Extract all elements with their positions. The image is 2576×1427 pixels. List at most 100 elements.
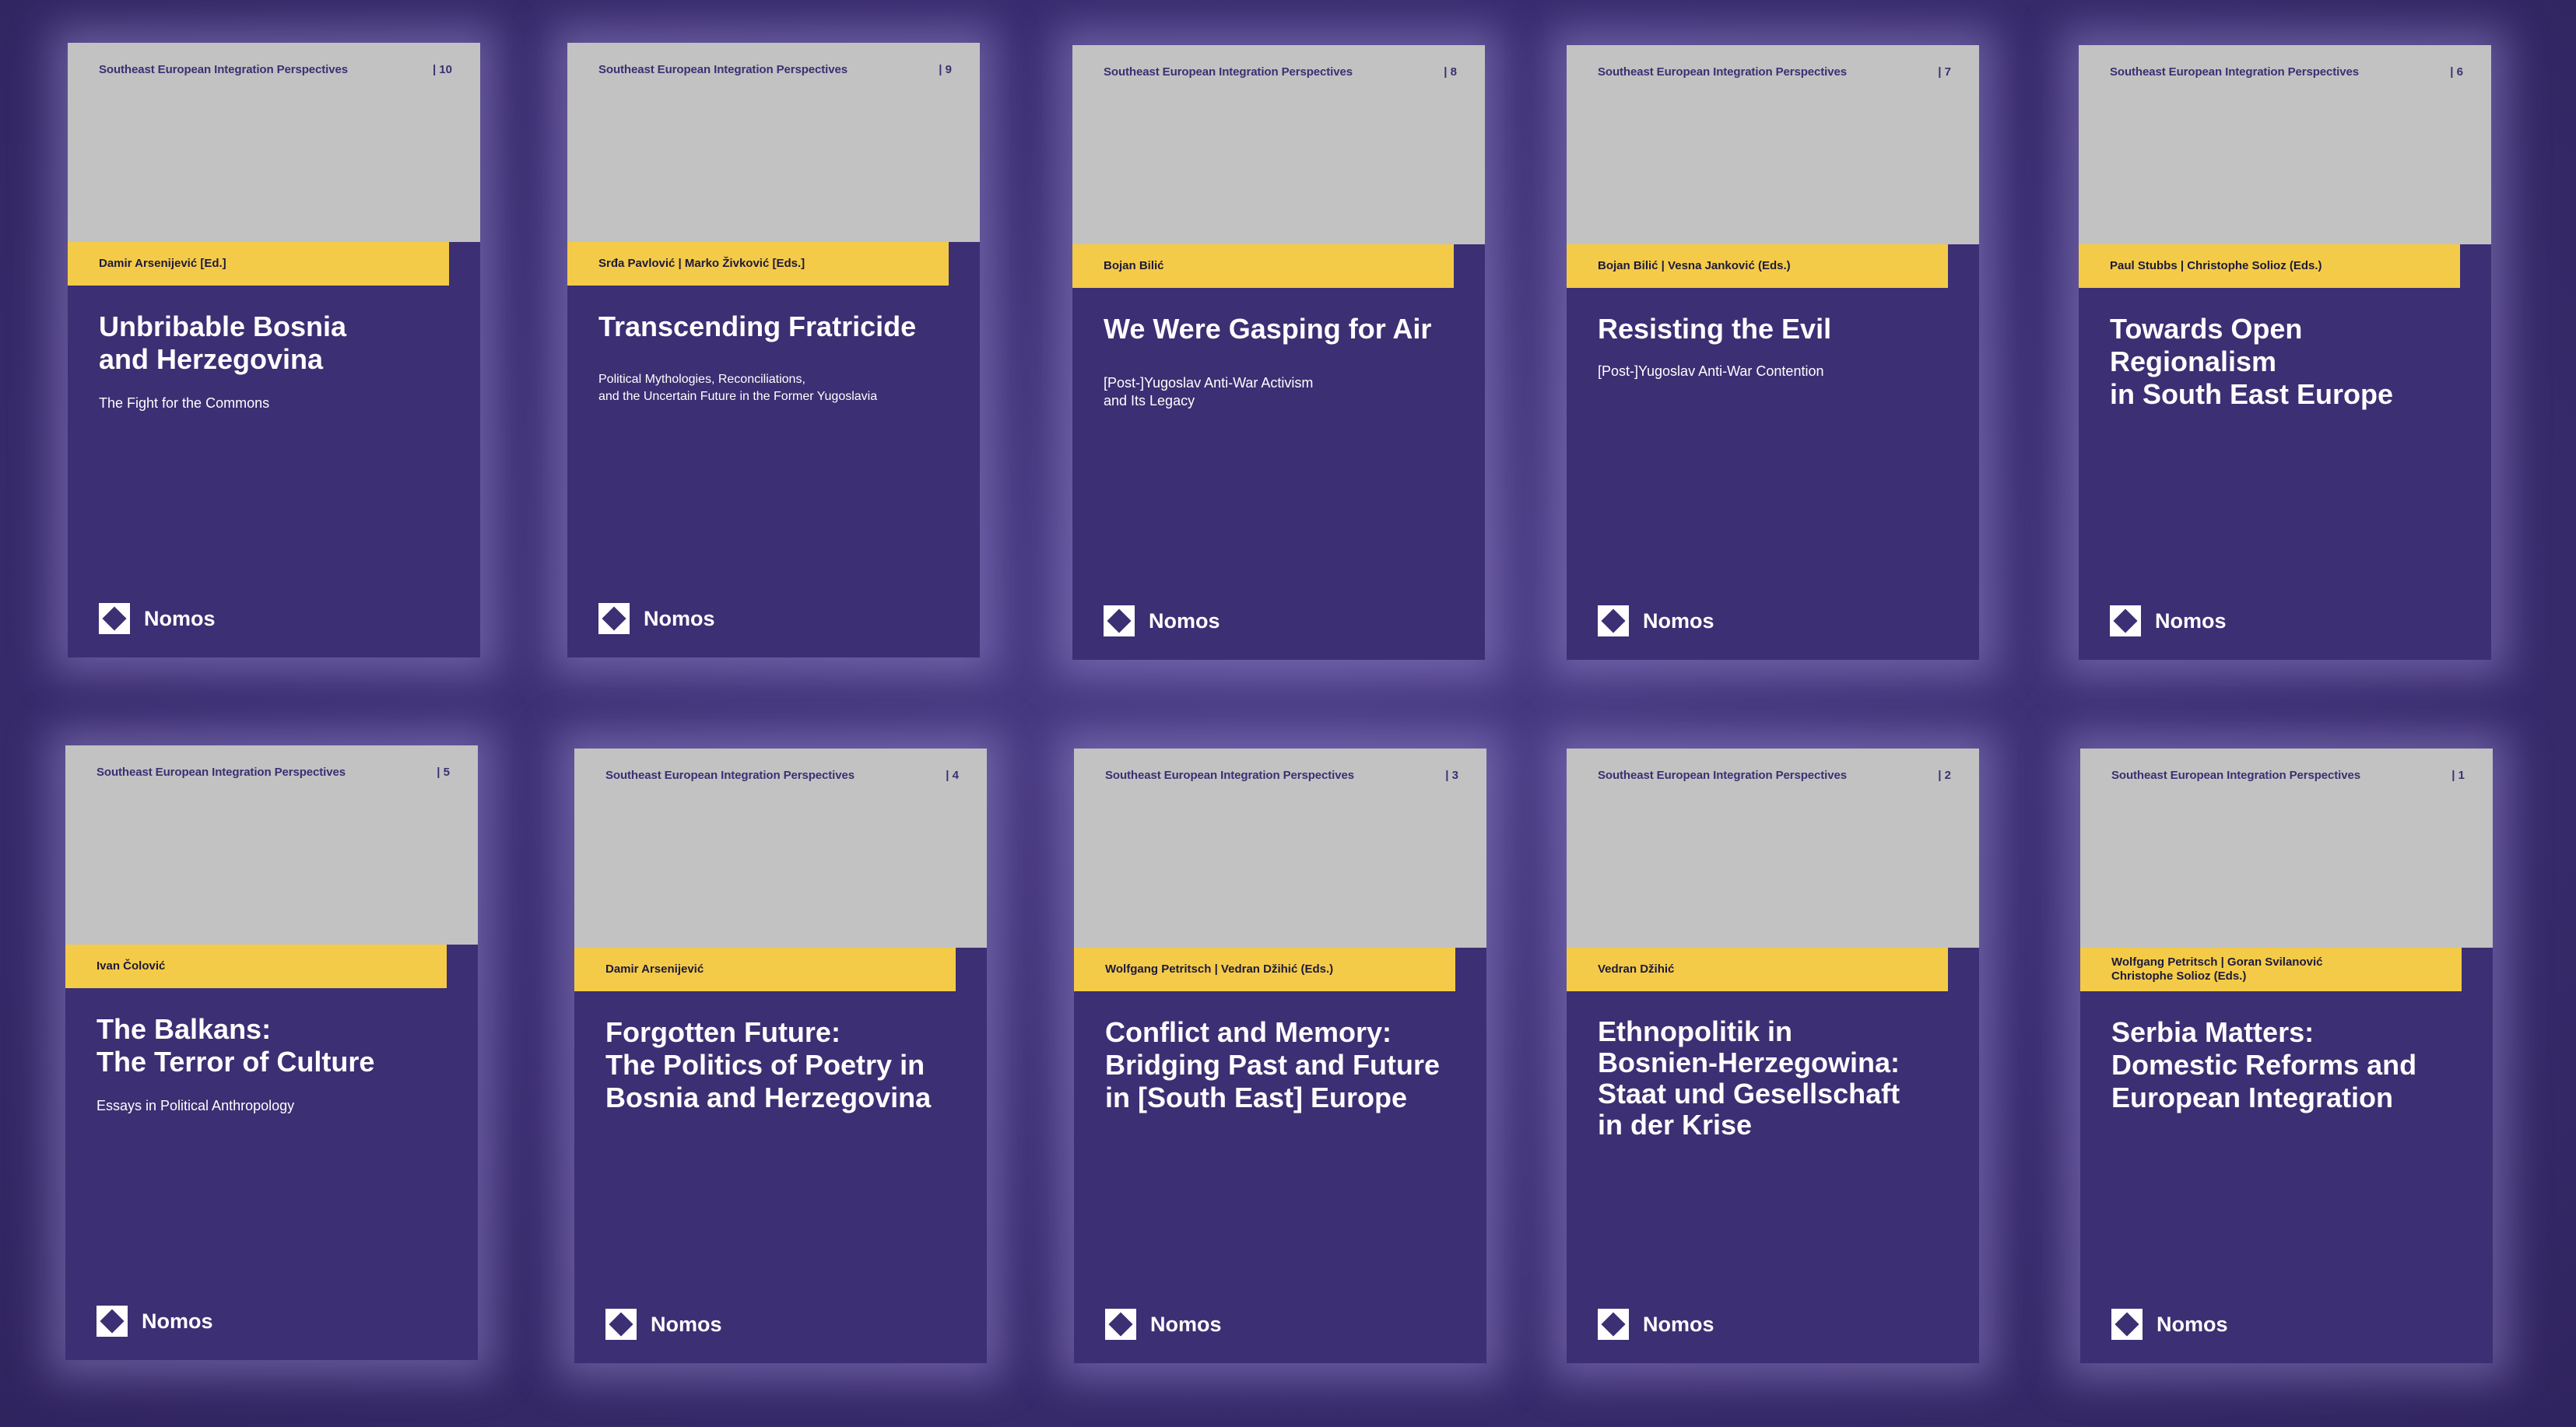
- book-cover-vol-6[interactable]: Southeast European Integration Perspecti…: [2079, 45, 2491, 660]
- cover-header-panel: Southeast European Integration Perspecti…: [2080, 749, 2493, 948]
- cover-header-panel: Southeast European Integration Perspecti…: [68, 43, 480, 242]
- cover-header-panel: Southeast European Integration Perspecti…: [574, 749, 987, 948]
- publisher-logo: Nomos: [1105, 1309, 1222, 1340]
- book-title: The Balkans: The Terror of Culture: [97, 1013, 375, 1078]
- cover-header-panel: Southeast European Integration Perspecti…: [1567, 45, 1979, 244]
- volume-number: | 7: [1938, 65, 1951, 79]
- series-name: Southeast European Integration Perspecti…: [598, 63, 848, 76]
- author-band: Damir Arsenijević: [574, 948, 956, 991]
- publisher-logo: Nomos: [1598, 605, 1714, 636]
- author-band: Bojan Bilić: [1072, 244, 1454, 288]
- publisher-name: Nomos: [1643, 608, 1714, 633]
- publisher-logo: Nomos: [605, 1309, 722, 1340]
- book-cover-vol-4[interactable]: Southeast European Integration Perspecti…: [574, 749, 987, 1363]
- nomos-logo-icon: [598, 603, 630, 634]
- nomos-logo-icon: [1104, 605, 1135, 636]
- volume-number: | 2: [1938, 769, 1951, 782]
- book-title: Conflict and Memory: Bridging Past and F…: [1105, 1016, 1441, 1113]
- series-name: Southeast European Integration Perspecti…: [1104, 65, 1353, 79]
- book-subtitle: [Post-]Yugoslav Anti-War Activism and It…: [1104, 375, 1314, 408]
- series-name: Southeast European Integration Perspecti…: [99, 63, 348, 76]
- book-cover-vol-1[interactable]: Southeast European Integration Perspecti…: [2080, 749, 2493, 1363]
- series-name: Southeast European Integration Perspecti…: [1598, 769, 1847, 782]
- nomos-logo-icon: [1598, 605, 1629, 636]
- book-cover-vol-7[interactable]: Southeast European Integration Perspecti…: [1567, 45, 1979, 660]
- nomos-logo-icon: [605, 1309, 637, 1340]
- nomos-logo-icon: [1105, 1309, 1136, 1340]
- publisher-name: Nomos: [644, 606, 715, 630]
- book-cover-vol-2[interactable]: Southeast European Integration Perspecti…: [1567, 749, 1979, 1363]
- book-editors: Damir Arsenijević [Ed.]: [99, 257, 226, 270]
- book-editors: Bojan Bilić: [1104, 259, 1164, 272]
- book-title: Resisting the Evil: [1598, 313, 1832, 345]
- book-editors: Srđa Pavlović | Marko Živković [Eds.]: [598, 257, 805, 270]
- publisher-logo: Nomos: [97, 1306, 213, 1337]
- cover-header-panel: Southeast European Integration Perspecti…: [1567, 749, 1979, 948]
- author-band: Wolfgang Petritsch | Vedran Džihić (Eds.…: [1074, 948, 1455, 991]
- series-name: Southeast European Integration Perspecti…: [97, 766, 346, 779]
- book-cover-vol-8[interactable]: Southeast European Integration Perspecti…: [1072, 45, 1485, 660]
- series-name: Southeast European Integration Perspecti…: [1598, 65, 1847, 79]
- author-band: Ivan Čolović: [65, 945, 447, 988]
- book-editors: Wolfgang Petritsch | Vedran Džihić (Eds.…: [1105, 962, 1334, 976]
- cover-header-panel: Southeast European Integration Perspecti…: [1074, 749, 1486, 948]
- book-editors: Damir Arsenijević: [605, 962, 704, 976]
- book-editors: Wolfgang Petritsch | Goran Svilanović Ch…: [2111, 955, 2323, 983]
- volume-number: | 9: [939, 63, 952, 76]
- volume-number: | 5: [437, 766, 450, 779]
- book-title: We Were Gasping for Air: [1104, 313, 1432, 345]
- book-title: Unbribable Bosnia and Herzegovina: [99, 310, 347, 375]
- publisher-name: Nomos: [144, 606, 216, 630]
- cover-header-panel: Southeast European Integration Perspecti…: [2079, 45, 2491, 244]
- book-subtitle: Political Mythologies, Reconciliations, …: [598, 373, 878, 403]
- volume-number: | 4: [946, 769, 959, 782]
- volume-number: | 8: [1444, 65, 1457, 79]
- publisher-name: Nomos: [1150, 1312, 1222, 1336]
- series-name: Southeast European Integration Perspecti…: [2110, 65, 2359, 79]
- author-band: Srđa Pavlović | Marko Živković [Eds.]: [567, 242, 949, 286]
- publisher-logo: Nomos: [2111, 1309, 2228, 1340]
- book-editors: Bojan Bilić | Vesna Janković (Eds.): [1598, 259, 1791, 272]
- author-band: Paul Stubbs | Christophe Solioz (Eds.): [2079, 244, 2460, 288]
- cover-header-panel: Southeast European Integration Perspecti…: [65, 745, 478, 945]
- publisher-name: Nomos: [651, 1312, 722, 1336]
- nomos-logo-icon: [2111, 1309, 2143, 1340]
- volume-number: | 6: [2450, 65, 2463, 79]
- volume-number: | 10: [432, 63, 452, 76]
- author-band: Damir Arsenijević [Ed.]: [68, 242, 449, 286]
- book-title: Ethnopolitik in Bosnien-Herzegowina: Sta…: [1598, 1015, 1900, 1141]
- publisher-name: Nomos: [1149, 608, 1220, 633]
- author-band: Bojan Bilić | Vesna Janković (Eds.): [1567, 244, 1948, 288]
- publisher-name: Nomos: [2157, 1312, 2228, 1336]
- book-title: Transcending Fratricide: [598, 310, 917, 342]
- book-subtitle: The Fight for the Commons: [99, 395, 270, 411]
- publisher-name: Nomos: [1643, 1312, 1714, 1336]
- publisher-logo: Nomos: [1598, 1309, 1714, 1340]
- volume-number: | 1: [2451, 769, 2465, 782]
- publisher-name: Nomos: [142, 1309, 213, 1333]
- book-cover-vol-3[interactable]: Southeast European Integration Perspecti…: [1074, 749, 1486, 1363]
- publisher-logo: Nomos: [1104, 605, 1220, 636]
- book-cover-vol-10[interactable]: Southeast European Integration Perspecti…: [68, 43, 480, 657]
- book-title: Towards Open Regionalism in South East E…: [2110, 313, 2394, 410]
- publisher-logo: Nomos: [2110, 605, 2227, 636]
- nomos-logo-icon: [97, 1306, 128, 1337]
- book-title: Serbia Matters: Domestic Reforms and Eur…: [2111, 1016, 2417, 1113]
- cover-header-panel: Southeast European Integration Perspecti…: [1072, 45, 1485, 244]
- publisher-logo: Nomos: [598, 603, 715, 634]
- book-editors: Ivan Čolović: [97, 959, 166, 973]
- nomos-logo-icon: [2110, 605, 2141, 636]
- book-editors: Paul Stubbs | Christophe Solioz (Eds.): [2110, 259, 2322, 272]
- author-band: Wolfgang Petritsch | Goran Svilanović Ch…: [2080, 948, 2462, 991]
- volume-number: | 3: [1445, 769, 1458, 782]
- nomos-logo-icon: [99, 603, 130, 634]
- series-name: Southeast European Integration Perspecti…: [605, 769, 855, 782]
- series-name: Southeast European Integration Perspecti…: [1105, 769, 1354, 782]
- book-subtitle: Essays in Political Anthropology: [97, 1098, 295, 1113]
- book-subtitle: [Post-]Yugoslav Anti-War Contention: [1598, 363, 1824, 379]
- publisher-logo: Nomos: [99, 603, 216, 634]
- book-cover-vol-5[interactable]: Southeast European Integration Perspecti…: [65, 745, 478, 1360]
- nomos-logo-icon: [1598, 1309, 1629, 1340]
- book-cover-vol-9[interactable]: Southeast European Integration Perspecti…: [567, 43, 980, 657]
- author-band: Vedran Džihić: [1567, 948, 1948, 991]
